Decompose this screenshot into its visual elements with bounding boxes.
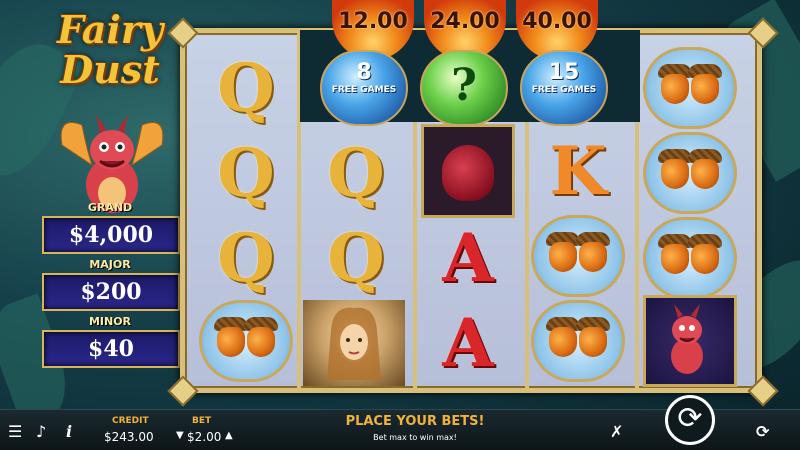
symbol-q: Q: [327, 134, 385, 212]
acorn-icon: [531, 300, 625, 382]
symbol-acorn: [196, 298, 296, 384]
jackpot-grand-label: GRAND: [87, 201, 133, 214]
symbol-acorn: [640, 130, 740, 216]
symbol-q: Q: [327, 219, 385, 297]
jackpot-minor-value: $40: [42, 330, 180, 368]
symbol-k: K: [549, 132, 607, 210]
free-games-count: 8: [356, 60, 372, 85]
jackpot-minor-label: MINOR: [88, 315, 132, 328]
bet-increase-icon[interactable]: ▲: [225, 430, 233, 441]
status-message: PLACE YOUR BETS!: [345, 414, 485, 429]
acorn-icon: [199, 300, 293, 382]
credit-label: CREDIT: [112, 416, 149, 426]
autoplay-icon[interactable]: ⟳: [756, 422, 769, 441]
credit-value: $243.00: [104, 430, 154, 444]
sound-off-icon[interactable]: ♪: [36, 422, 46, 441]
acorn-icon: [643, 132, 737, 214]
acorn-icon: [643, 47, 737, 129]
spin-icon: ⟳: [677, 401, 703, 436]
free-games-count: 15: [548, 60, 580, 85]
info-icon[interactable]: i: [66, 422, 72, 441]
turbo-icon[interactable]: ✗: [610, 422, 623, 441]
jackpot-grand-value: $4,000: [42, 216, 180, 254]
logo-line1: Fairy: [56, 7, 164, 52]
menu-icon[interactable]: ☰: [8, 422, 22, 441]
symbol-acorn: [640, 45, 740, 131]
fairy-icon: [303, 300, 405, 386]
symbol-acorn: [640, 215, 740, 301]
mystery-ball: ?: [420, 50, 508, 126]
symbol-a: A: [442, 304, 494, 382]
pouch-icon: [421, 124, 515, 218]
symbol-acorn: [528, 213, 628, 299]
symbol-q: Q: [217, 219, 275, 297]
game-logo: Fairy Dust: [40, 10, 180, 90]
bet-label: BET: [192, 416, 212, 426]
free-games-8-ball: 8 FREE GAMES: [320, 50, 408, 126]
symbol-q: Q: [217, 134, 275, 212]
acorn-icon: [643, 217, 737, 299]
bet-decrease-icon[interactable]: ▼: [176, 430, 184, 441]
symbol-pouch: [418, 124, 518, 218]
symbol-fairy: [303, 300, 405, 386]
symbol-q: Q: [217, 49, 275, 127]
dragon-icon: [643, 295, 737, 387]
free-games-15-ball: 15 FREE GAMES: [520, 50, 608, 126]
mystery-question-mark: ?: [451, 60, 477, 111]
logo-line2: Dust: [60, 47, 160, 92]
jackpot-major-value: $200: [42, 273, 180, 311]
symbol-dragon: [640, 295, 740, 387]
acorn-icon: [531, 215, 625, 297]
jackpot-major-label: MAJOR: [89, 258, 131, 271]
symbol-a: A: [442, 219, 494, 297]
free-games-label: FREE GAMES: [531, 85, 597, 95]
bet-value: $2.00: [187, 430, 222, 444]
free-games-label: FREE GAMES: [331, 85, 397, 95]
symbol-acorn: [528, 298, 628, 384]
status-submessage: Bet max to win max!: [373, 433, 457, 442]
spin-button[interactable]: ⟳: [665, 395, 715, 445]
dragon-mascot-icon: [60, 115, 164, 213]
